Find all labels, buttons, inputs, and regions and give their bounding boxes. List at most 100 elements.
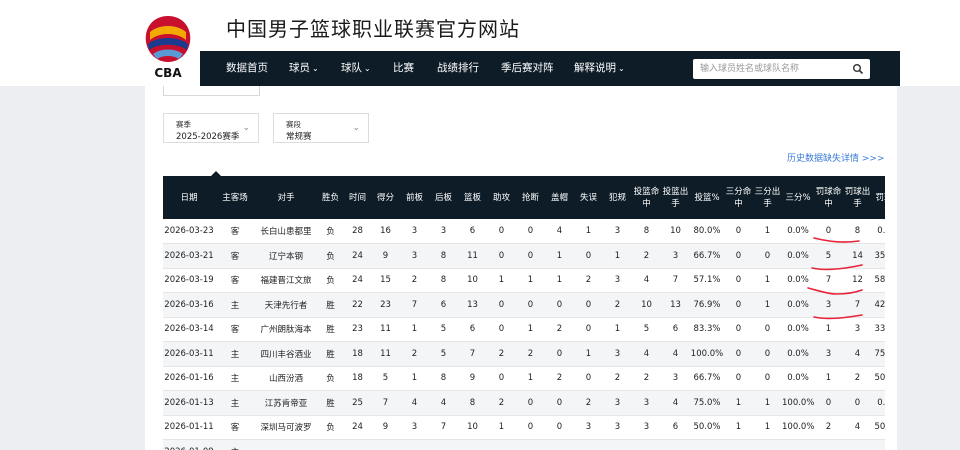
filter-box-partial[interactable] bbox=[163, 86, 260, 96]
table-cell: 1 bbox=[516, 366, 545, 391]
table-cell: 长白山患都里 bbox=[255, 219, 317, 244]
table-cell: 18 bbox=[344, 341, 371, 367]
column-header[interactable]: 三分% bbox=[782, 176, 814, 219]
table-cell: 1 bbox=[753, 219, 782, 244]
table-cell: 16 bbox=[371, 219, 400, 244]
stage-select[interactable]: 赛段 常规赛 ⌄ bbox=[273, 113, 369, 143]
history-data-link[interactable]: 历史数据缺失详情 >>> bbox=[787, 151, 884, 164]
table-cell: 0 bbox=[487, 292, 516, 318]
table-row[interactable]: 2026-03-11 主四川丰谷酒业胜 18 11 2 5 7 2 2 0 1 3 4 4 100.0% 0 0… bbox=[163, 341, 885, 367]
column-header[interactable]: 前板 bbox=[400, 176, 429, 219]
nav-item-standings[interactable]: 战绩排行 bbox=[437, 51, 479, 86]
table-cell: 4 bbox=[545, 219, 574, 244]
table-row[interactable]: 2026-03-21 客辽宁本钢负 24 9 3 8 11 0 0 1 0 1 2 3 66.7% 0 0 0.0… bbox=[163, 243, 885, 269]
table-cell: 75.0% bbox=[872, 341, 885, 367]
column-header[interactable]: 后板 bbox=[429, 176, 458, 219]
stage-value: 常规赛 bbox=[286, 132, 312, 142]
table-cell: 10 bbox=[632, 292, 661, 318]
column-header[interactable]: 得分 bbox=[371, 176, 400, 219]
column-header[interactable]: 三分出手 bbox=[753, 176, 782, 219]
table-cell: 11 bbox=[371, 341, 400, 367]
site-title: 中国男子篮球职业联赛官方网站 bbox=[226, 17, 520, 41]
table-row[interactable]: 2026-01-13 主江苏肯帝亚胜 25 7 4 4 8 2 0 0 2 3 3 4 75.0% 1 1 100… bbox=[163, 390, 885, 416]
nav-item-data-home[interactable]: 数据首页 bbox=[226, 51, 268, 86]
column-header[interactable]: 时间 bbox=[344, 176, 371, 219]
cba-logo-icon[interactable]: CBA bbox=[141, 14, 195, 80]
table-cell: 1 bbox=[545, 268, 574, 293]
table-cell: 0.0% bbox=[782, 366, 814, 391]
column-header[interactable]: 罚球% bbox=[872, 176, 885, 219]
table-row[interactable]: 2026-03-19 客福建晋江文旅负 24 15 2 8 10 1 1 1 2 3 4 7 57.1% 0 1… bbox=[163, 268, 885, 293]
table-cell bbox=[344, 439, 371, 450]
table-cell: 0 bbox=[516, 243, 545, 269]
table-cell: 8 bbox=[843, 219, 872, 244]
season-select[interactable]: 赛季 2025-2026赛季 ⌄ bbox=[163, 113, 259, 143]
column-header[interactable]: 犯规 bbox=[603, 176, 632, 219]
table-cell: 0 bbox=[516, 219, 545, 244]
table-cell: 25 bbox=[344, 390, 371, 416]
column-header[interactable]: 投篮出手 bbox=[661, 176, 690, 219]
nav-item-explanation[interactable]: 解释说明 ⌄ bbox=[574, 51, 625, 86]
table-row[interactable]: 2026-01-09主 bbox=[163, 439, 885, 450]
table-cell: 6 bbox=[458, 219, 487, 244]
table-cell bbox=[814, 439, 843, 450]
table-row[interactable]: 2026-01-11 客深圳马可波罗负 24 9 3 7 10 1 0 0 3 3 3 6 50.0% 1 1 1… bbox=[163, 415, 885, 440]
table-row[interactable]: 2026-03-23 客长白山患都里负 28 16 3 3 6 0 0 4 1 3 8 10 80.0% 0 1… bbox=[163, 219, 885, 244]
table-cell: 0 bbox=[545, 390, 574, 416]
nav-item-teams[interactable]: 球队 ⌄ bbox=[341, 51, 371, 86]
table-cell: 3 bbox=[814, 341, 843, 367]
table-cell: 0 bbox=[574, 292, 603, 318]
table-cell: 9 bbox=[458, 366, 487, 391]
table-cell bbox=[724, 439, 753, 450]
stats-table-viewport[interactable]: 日期 主客场 对手 胜负 时间 得分 前板 后板 篮板 助攻 抢断 盖帽 失误 犯规 投篮命中 投篮出手 投篮%… bbox=[163, 176, 885, 450]
column-header[interactable]: 投篮% bbox=[690, 176, 724, 219]
table-cell: 1 bbox=[516, 317, 545, 342]
table-cell: 客 bbox=[215, 317, 255, 342]
table-cell: 42.9% bbox=[872, 292, 885, 318]
search-icon[interactable] bbox=[852, 63, 864, 75]
column-header[interactable]: 罚球出手 bbox=[843, 176, 872, 219]
nav-item-players[interactable]: 球员 ⌄ bbox=[289, 51, 319, 86]
table-row[interactable]: 2026-03-16 主天津先行者胜 22 23 7 6 13 0 0 0 0 2 10 13 76.9% 0… bbox=[163, 292, 885, 318]
table-cell: 0 bbox=[574, 243, 603, 269]
table-cell: 50.0% bbox=[872, 366, 885, 391]
table-row[interactable]: 2026-01-16 主山西汾酒负 18 5 1 8 9 0 1 2 0 2 2 3 66.7% 0 0 0.0%… bbox=[163, 366, 885, 391]
column-header[interactable]: 投篮命中 bbox=[632, 176, 661, 219]
table-cell: 5 bbox=[632, 317, 661, 342]
table-cell: 2026-03-19 bbox=[163, 268, 215, 293]
table-cell: 3 bbox=[632, 415, 661, 440]
column-header[interactable]: 失误 bbox=[574, 176, 603, 219]
search-input[interactable]: 输入球员姓名或球队名称 bbox=[693, 59, 870, 79]
table-cell: 100.0% bbox=[782, 415, 814, 440]
table-row[interactable]: 2026-03-14 客广州朗肽海本胜 23 11 1 5 6 0 1 2 0 1 5 6 83.3% 0 0 0… bbox=[163, 317, 885, 342]
column-header[interactable]: 罚球命中 bbox=[814, 176, 843, 219]
table-cell: 0 bbox=[724, 366, 753, 391]
nav-item-games[interactable]: 比赛 bbox=[393, 51, 414, 86]
table-cell: 客 bbox=[215, 219, 255, 244]
column-header[interactable]: 日期 bbox=[163, 176, 215, 219]
table-cell: 0 bbox=[487, 219, 516, 244]
table-cell: 33.3% bbox=[872, 317, 885, 342]
table-cell: 2026-01-09 bbox=[163, 439, 215, 450]
column-header[interactable]: 助攻 bbox=[487, 176, 516, 219]
table-cell: 1 bbox=[814, 317, 843, 342]
table-cell: 76.9% bbox=[690, 292, 724, 318]
column-header[interactable]: 对手 bbox=[255, 176, 317, 219]
column-header[interactable]: 抢断 bbox=[516, 176, 545, 219]
column-header[interactable]: 主客场 bbox=[215, 176, 255, 219]
column-header[interactable]: 盖帽 bbox=[545, 176, 574, 219]
table-cell: 3 bbox=[400, 243, 429, 269]
table-cell: 1 bbox=[724, 415, 753, 440]
table-cell: 66.7% bbox=[690, 243, 724, 269]
table-cell bbox=[429, 439, 458, 450]
table-cell: 0 bbox=[487, 366, 516, 391]
table-cell: 1 bbox=[814, 366, 843, 391]
table-cell: 0.0% bbox=[782, 292, 814, 318]
table-cell: 18 bbox=[344, 366, 371, 391]
column-header[interactable]: 篮板 bbox=[458, 176, 487, 219]
table-cell: 24 bbox=[344, 268, 371, 293]
table-cell: 0 bbox=[724, 219, 753, 244]
column-header[interactable]: 三分命中 bbox=[724, 176, 753, 219]
nav-item-playoffs[interactable]: 季后赛对阵 bbox=[501, 51, 554, 86]
column-header[interactable]: 胜负 bbox=[317, 176, 344, 219]
